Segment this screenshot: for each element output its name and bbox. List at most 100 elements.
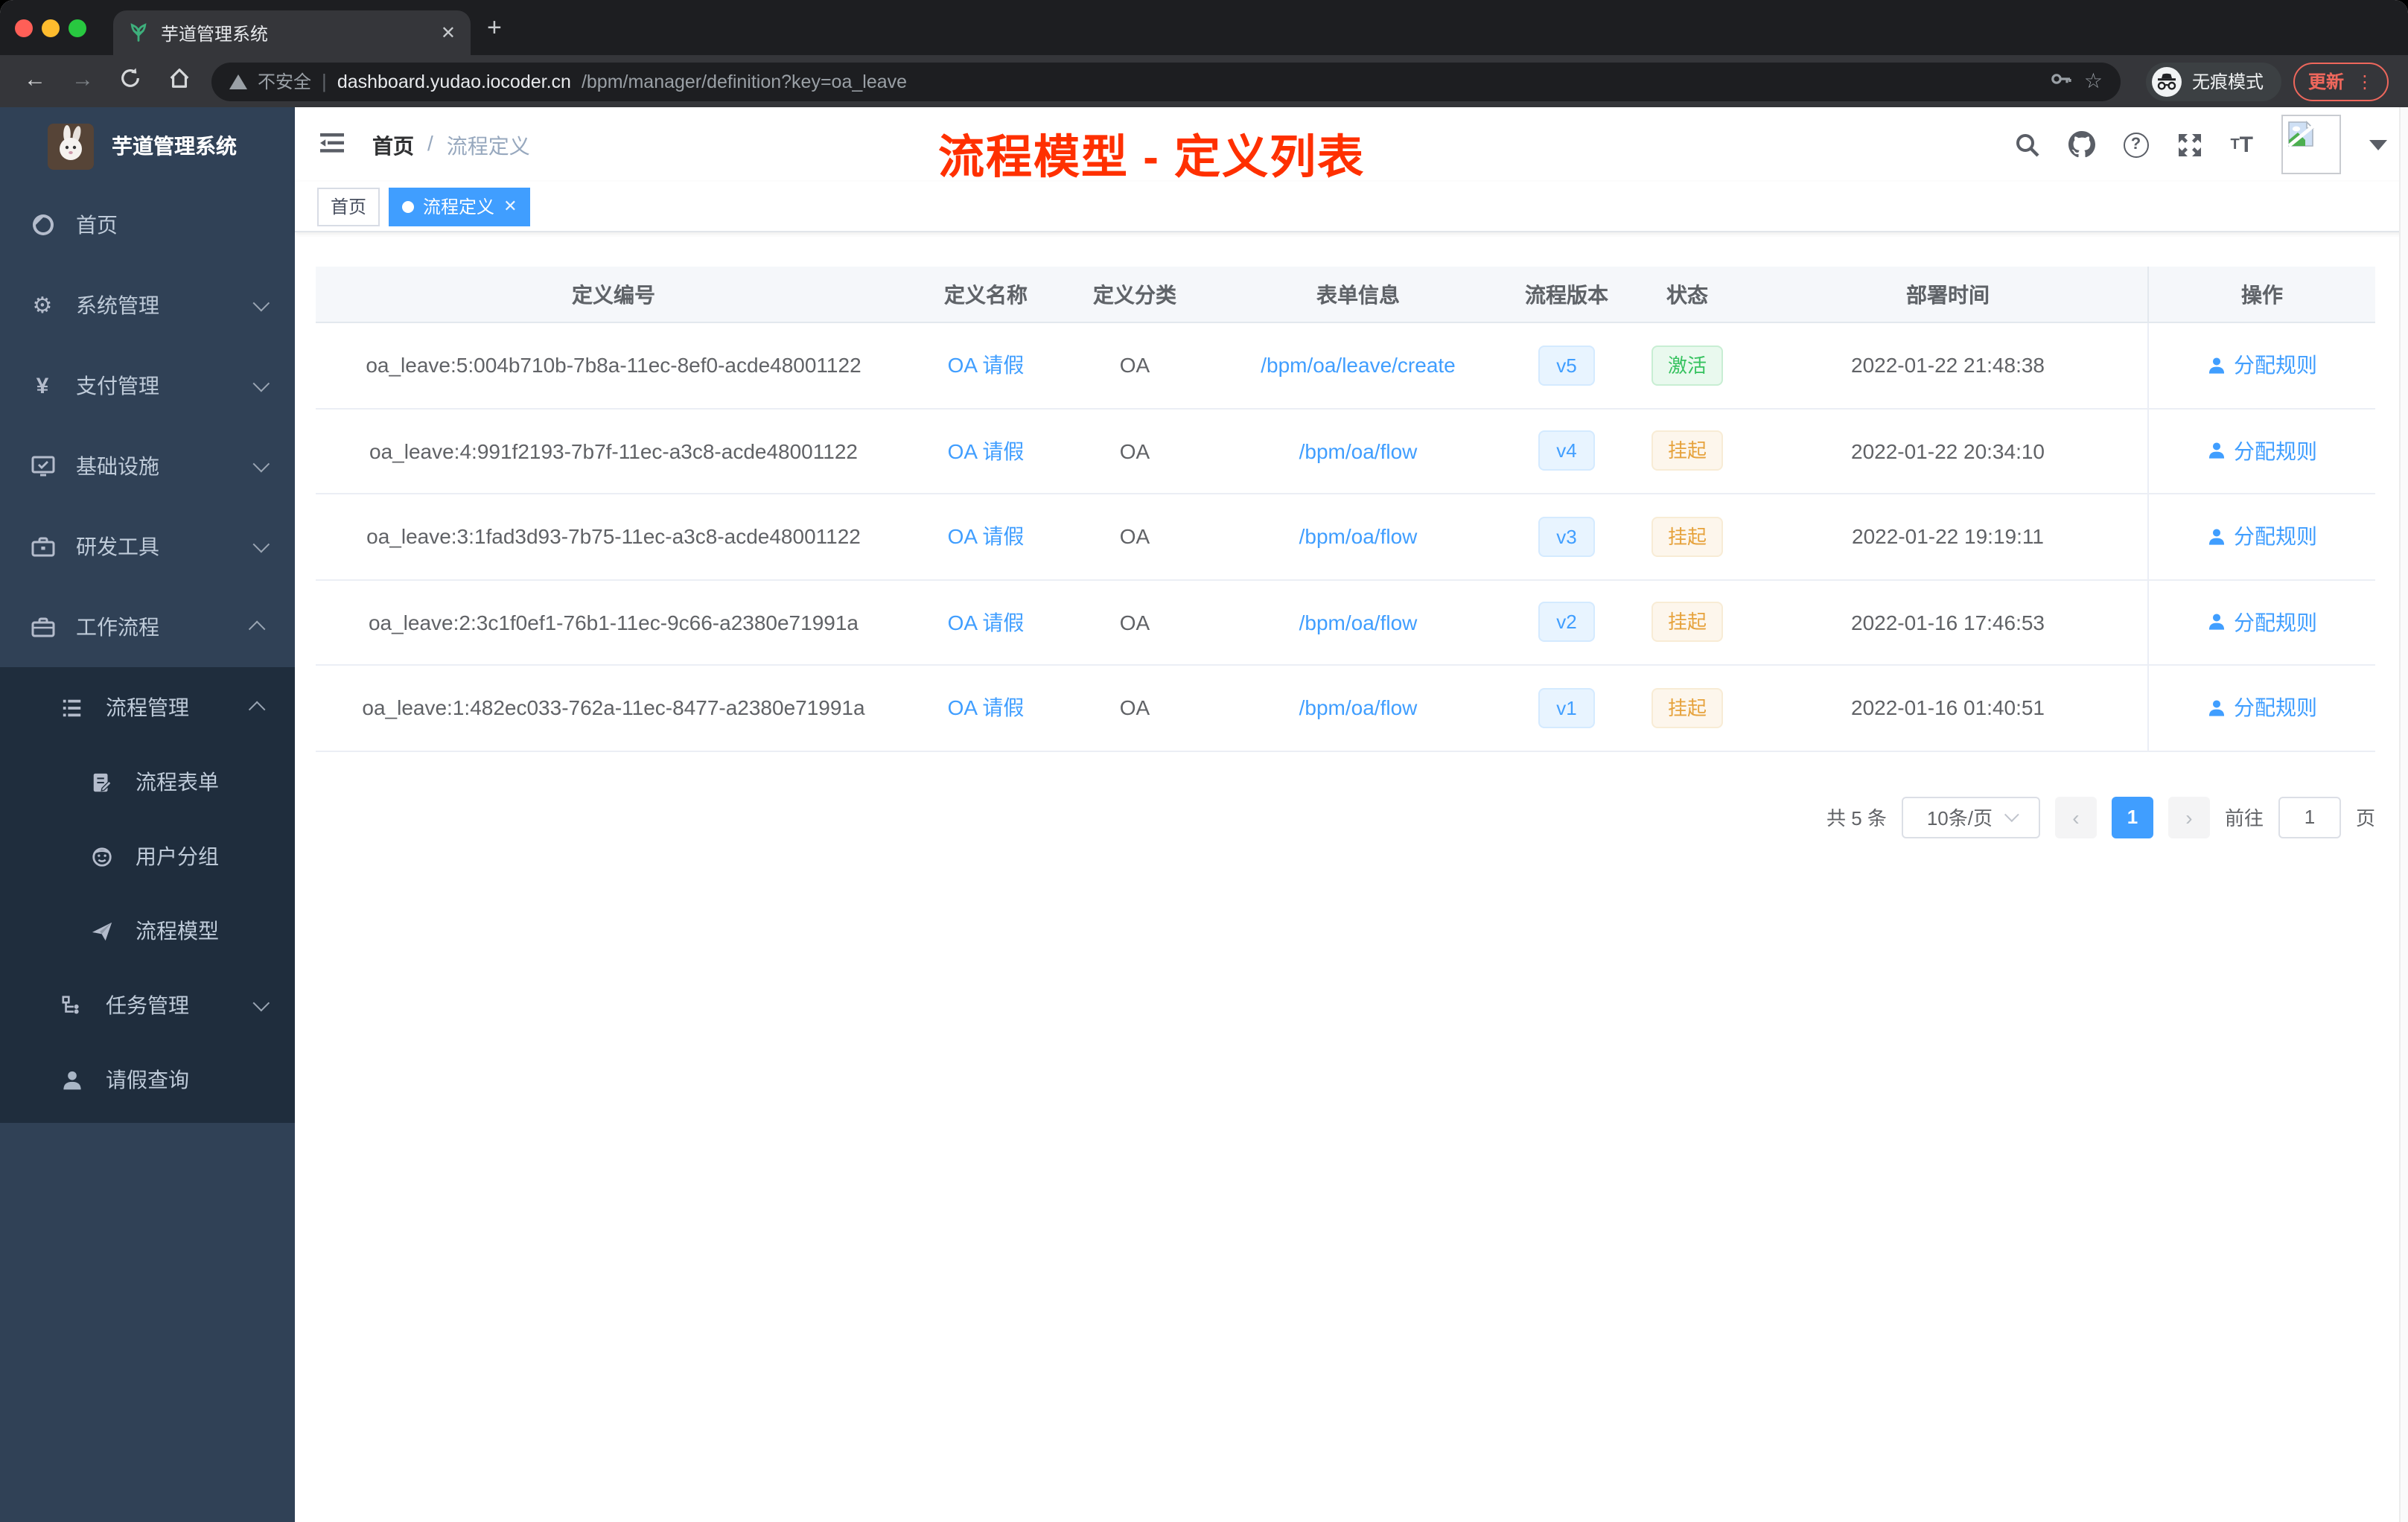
definition-name-link[interactable]: OA 请假	[948, 525, 1025, 549]
tag-close-icon[interactable]: ✕	[503, 197, 517, 216]
col-header: 表单信息	[1316, 282, 1400, 306]
bookmark-star-icon[interactable]: ☆	[2084, 69, 2103, 94]
goto-page-input[interactable]	[2278, 796, 2341, 838]
form-edit-icon	[89, 769, 115, 795]
address-bar[interactable]: 不安全 | dashboard.yudao.iocoder.cn/bpm/man…	[211, 62, 2121, 101]
tab-strip: 芋道管理系统 ✕ +	[0, 0, 2408, 55]
form-link[interactable]: /bpm/oa/flow	[1299, 611, 1418, 634]
page-size-select[interactable]: 10条/页	[1901, 796, 2040, 838]
forward-icon[interactable]: →	[71, 67, 94, 94]
version-tag: v2	[1538, 602, 1595, 643]
sidebar-item-home[interactable]: 首页	[0, 185, 295, 265]
sidebar-item-user-group[interactable]: 用户分组	[0, 819, 295, 894]
deploy-time: 2022-01-22 21:48:38	[1851, 353, 2045, 378]
table-row: oa_leave:5:004b710b-7b8a-11ec-8ef0-acde4…	[316, 323, 2375, 409]
sidebar-item-label: 用户分组	[136, 844, 219, 868]
github-icon[interactable]	[2068, 131, 2095, 158]
col-header: 定义编号	[572, 282, 655, 306]
zoom-window-button[interactable]	[69, 19, 86, 37]
back-icon[interactable]: ←	[24, 67, 46, 94]
form-link[interactable]: /bpm/oa/flow	[1299, 439, 1418, 463]
password-key-icon[interactable]	[2050, 67, 2074, 95]
chevron-down-icon	[252, 535, 270, 553]
browser-chrome: 芋道管理系统 ✕ + ← → 不安全 | dashboard.yudao.ioc…	[0, 0, 2408, 107]
sidebar-item-system[interactable]: ⚙ 系统管理	[0, 265, 295, 346]
help-icon[interactable]: ?	[2123, 132, 2149, 157]
table-row: oa_leave:4:991f2193-7b7f-11ec-a3c8-acde4…	[316, 409, 2375, 494]
form-link[interactable]: /bpm/oa/leave/create	[1261, 354, 1456, 378]
goto-label: 前往	[2224, 807, 2264, 830]
browser-update-button[interactable]: 更新 ⋮	[2293, 62, 2389, 101]
dashboard-icon	[30, 212, 55, 238]
pagination: 共 5 条 10条/页 ‹ 1 › 前往 页	[295, 796, 2375, 838]
assign-rule-button[interactable]: 分配规则	[2207, 693, 2317, 723]
font-size-icon[interactable]: TT	[2230, 132, 2253, 157]
breadcrumb-home[interactable]: 首页	[372, 131, 414, 161]
assign-rule-button[interactable]: 分配规则	[2207, 608, 2317, 637]
assign-rule-button[interactable]: 分配规则	[2207, 436, 2317, 466]
sidebar-item-process-form[interactable]: 流程表单	[0, 745, 295, 819]
user-avatar[interactable]	[2281, 115, 2341, 174]
form-link[interactable]: /bpm/oa/flow	[1299, 696, 1418, 720]
browser-window: 芋道管理系统 ✕ + ← → 不安全 | dashboard.yudao.ioc…	[0, 0, 2408, 1522]
sidebar-collapse-icon[interactable]	[319, 130, 345, 164]
tab-close-icon[interactable]: ✕	[441, 22, 456, 43]
favicon-plant-icon	[130, 23, 147, 42]
sidebar-item-infra[interactable]: 基础设施	[0, 426, 295, 506]
monitor-icon	[30, 453, 55, 479]
deploy-time: 2022-01-22 20:34:10	[1851, 439, 2045, 463]
gear-icon: ⚙	[32, 293, 53, 319]
fullscreen-icon[interactable]	[2176, 132, 2202, 157]
definition-name-link[interactable]: OA 请假	[948, 439, 1025, 463]
assign-rule-button[interactable]: 分配规则	[2207, 522, 2317, 552]
prev-page-button[interactable]: ‹	[2054, 796, 2097, 838]
search-icon[interactable]	[2014, 132, 2039, 157]
tag-home[interactable]: 首页	[317, 187, 380, 226]
home-icon[interactable]	[168, 67, 191, 97]
definition-category: OA	[1119, 610, 1150, 634]
url-path: /bpm/manager/definition?key=oa_leave	[581, 71, 908, 92]
minimize-window-button[interactable]	[42, 19, 60, 37]
definition-category: OA	[1119, 439, 1150, 463]
browser-tab[interactable]: 芋道管理系统 ✕	[113, 10, 471, 55]
menu-dots-icon[interactable]: ⋮	[2356, 72, 2374, 90]
pagination-total: 共 5 条	[1826, 807, 1887, 830]
annotation-title: 流程模型 - 定义列表	[938, 131, 1366, 183]
definition-name-link[interactable]: OA 请假	[948, 696, 1025, 720]
tag-process-definition[interactable]: 流程定义 ✕	[389, 187, 531, 226]
sidebar-item-payment[interactable]: ¥ 支付管理	[0, 346, 295, 426]
security-label[interactable]: 不安全	[258, 69, 311, 94]
update-label: 更新	[2307, 71, 2344, 92]
url-host: dashboard.yudao.iocoder.cn	[337, 71, 571, 92]
version-tag: v1	[1538, 687, 1595, 728]
table-header-row: 定义编号 定义名称 定义分类 表单信息 流程版本 状态 部署时间 操作	[316, 267, 2375, 323]
sidebar-item-label: 任务管理	[106, 993, 189, 1017]
form-link[interactable]: /bpm/oa/flow	[1299, 525, 1418, 549]
scrollbar[interactable]	[2399, 107, 2408, 1522]
incognito-badge: 无痕模式	[2145, 62, 2281, 101]
sidebar-item-workflow[interactable]: 工作流程	[0, 587, 295, 667]
status-badge: 激活	[1651, 345, 1723, 386]
definition-name-link[interactable]: OA 请假	[948, 611, 1025, 634]
chevron-up-icon	[248, 620, 266, 638]
sidebar-item-devtools[interactable]: 研发工具	[0, 506, 295, 587]
current-page-button[interactable]: 1	[2111, 796, 2153, 838]
col-header: 流程版本	[1525, 282, 1608, 306]
sidebar-item-process-mgmt[interactable]: 流程管理	[0, 670, 295, 745]
new-tab-button[interactable]: +	[487, 13, 502, 43]
avatar-caret-icon[interactable]	[2369, 139, 2387, 150]
tag-label: 流程定义	[423, 197, 495, 217]
next-page-button[interactable]: ›	[2167, 796, 2210, 838]
reload-icon[interactable]	[119, 67, 141, 97]
sidebar-item-leave-query[interactable]: 请假查询	[0, 1042, 295, 1117]
definition-name-link[interactable]: OA 请假	[948, 354, 1025, 378]
sidebar-logo[interactable]: 芋道管理系统	[0, 107, 295, 185]
definition-id: oa_leave:5:004b710b-7b8a-11ec-8ef0-acde4…	[366, 353, 861, 378]
assign-rule-button[interactable]: 分配规则	[2207, 351, 2317, 380]
app-root: 芋道管理系统 首页 ⚙ 系统管理 ¥ 支付管理 基础设施 研发工具 工作流程 流…	[0, 107, 2408, 1522]
sidebar-item-process-model[interactable]: 流程模型	[0, 894, 295, 968]
close-window-button[interactable]	[15, 19, 33, 37]
sidebar-item-task-mgmt[interactable]: 任务管理	[0, 968, 295, 1042]
table-row: oa_leave:2:3c1f0ef1-76b1-11ec-9c66-a2380…	[316, 580, 2375, 666]
user-icon	[2208, 699, 2225, 716]
